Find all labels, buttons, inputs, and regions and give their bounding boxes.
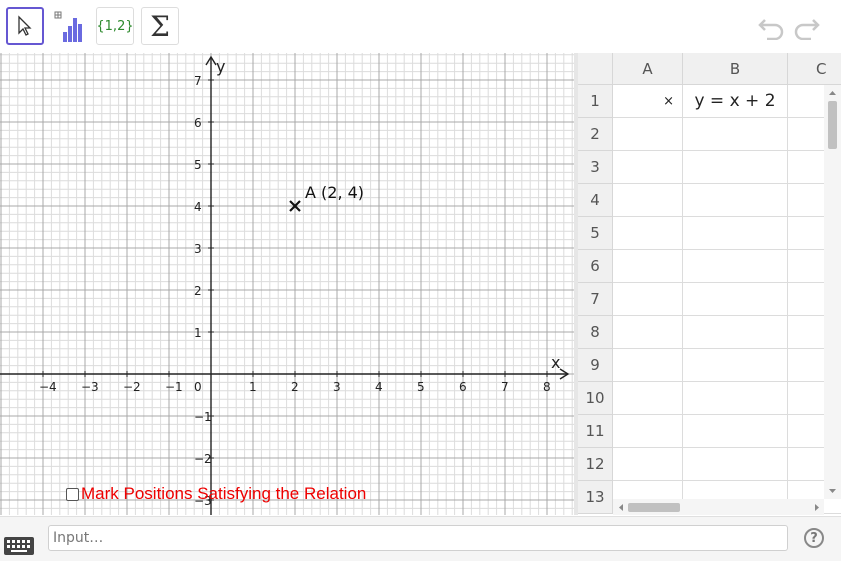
- histogram-icon: [54, 11, 82, 42]
- cell-A8[interactable]: [613, 316, 683, 349]
- row-header-4[interactable]: 4: [578, 184, 613, 217]
- x-axis-label: x: [551, 353, 560, 372]
- row-header-8[interactable]: 8: [578, 316, 613, 349]
- x-tick-label: 5: [417, 380, 425, 394]
- scroll-left-icon[interactable]: [619, 504, 623, 511]
- row-header-12[interactable]: 12: [578, 448, 613, 481]
- undo-icon[interactable]: [757, 14, 785, 40]
- x-tick-label: 2: [291, 380, 299, 394]
- checkbox-box[interactable]: [66, 487, 79, 501]
- y-tick-label: −2: [194, 452, 212, 466]
- x-tick-label: 3: [333, 380, 341, 394]
- column-header-c[interactable]: C: [788, 53, 841, 85]
- cell-A9[interactable]: [613, 349, 683, 382]
- cell-A2[interactable]: [613, 118, 683, 151]
- cell-A4[interactable]: [613, 184, 683, 217]
- graphics-view[interactable]: x y −4 −3 −2 −1 0 1 2 3 4 5 6 7 8 7 6 5 4 3 2 1 −1 −2 −3 A (2, 4)…: [0, 53, 574, 515]
- x-tick-label: 1: [249, 380, 257, 394]
- y-tick-label: 4: [194, 200, 202, 214]
- cell-B10[interactable]: [683, 382, 788, 415]
- input-field[interactable]: Input…: [48, 525, 788, 551]
- x-tick-label: 0: [194, 380, 202, 394]
- checkbox-label[interactable]: Mark Positions Satisfying the Relation: [81, 484, 366, 504]
- x-tick-label: −1: [165, 380, 183, 394]
- point-a-label: A (2, 4): [305, 183, 364, 202]
- x-tick-label: 6: [459, 380, 467, 394]
- column-header-a[interactable]: A: [613, 53, 683, 85]
- cell-B8[interactable]: [683, 316, 788, 349]
- cell-A3[interactable]: [613, 151, 683, 184]
- spreadsheet-view: A B C 1 × y = x + 2 2 3 4 5 6 7 8 9 10 11 12 13: [578, 53, 841, 515]
- pointer-icon: [18, 15, 32, 36]
- row-header-7[interactable]: 7: [578, 283, 613, 316]
- row-header-11[interactable]: 11: [578, 415, 613, 448]
- column-header-b[interactable]: B: [683, 53, 788, 85]
- cell-A1[interactable]: ×: [613, 85, 683, 118]
- cell-B1[interactable]: y = x + 2: [683, 85, 788, 118]
- cell-B11[interactable]: [683, 415, 788, 448]
- scroll-up-icon[interactable]: [829, 91, 836, 95]
- cell-B4[interactable]: [683, 184, 788, 217]
- one-variable-analysis-button[interactable]: [51, 7, 89, 45]
- x-tick-label: −3: [81, 380, 99, 394]
- horizontal-scrollbar[interactable]: [613, 499, 824, 515]
- y-axis-label: y: [216, 57, 225, 76]
- row-header-5[interactable]: 5: [578, 217, 613, 250]
- x-tick-label: 8: [543, 380, 551, 394]
- x-tick-label: 4: [375, 380, 383, 394]
- redo-icon[interactable]: [793, 14, 821, 40]
- cell-A12[interactable]: [613, 448, 683, 481]
- toolbar: {1,2} Σ: [0, 0, 841, 52]
- cell-B3[interactable]: [683, 151, 788, 184]
- move-tool-button[interactable]: [6, 7, 44, 45]
- scroll-down-icon[interactable]: [829, 489, 836, 493]
- cell-A11[interactable]: [613, 415, 683, 448]
- y-tick-label: 2: [194, 284, 202, 298]
- cell-B2[interactable]: [683, 118, 788, 151]
- cell-B12[interactable]: [683, 448, 788, 481]
- vertical-scrollbar[interactable]: [824, 85, 841, 499]
- cell-A10[interactable]: [613, 382, 683, 415]
- cell-A6[interactable]: [613, 250, 683, 283]
- vertical-scroll-thumb[interactable]: [828, 101, 837, 149]
- scroll-right-icon[interactable]: [815, 504, 819, 511]
- cell-B7[interactable]: [683, 283, 788, 316]
- help-icon[interactable]: ?: [804, 528, 824, 548]
- create-list-button[interactable]: {1,2}: [96, 7, 134, 45]
- cell-A5[interactable]: [613, 217, 683, 250]
- input-bar: Input… ?: [0, 516, 841, 561]
- row-header-10[interactable]: 10: [578, 382, 613, 415]
- cell-B9[interactable]: [683, 349, 788, 382]
- row-header-13[interactable]: 13: [578, 481, 613, 514]
- y-tick-label: −1: [194, 410, 212, 424]
- row-header-1[interactable]: 1: [578, 85, 613, 118]
- mark-positions-checkbox[interactable]: Mark Positions Satisfying the Relation: [66, 484, 366, 504]
- row-header-6[interactable]: 6: [578, 250, 613, 283]
- y-tick-label: 7: [194, 74, 202, 88]
- keyboard-icon[interactable]: [4, 537, 34, 555]
- row-header-2[interactable]: 2: [578, 118, 613, 151]
- cell-A7[interactable]: [613, 283, 683, 316]
- list-label: {1,2}: [96, 18, 134, 34]
- coordinate-grid[interactable]: xy−4 −3 −2 −1 0 1 2 3 4 5 6 7 87654321−1−2−3A (2, 4): [0, 53, 574, 515]
- x-tick-label: −4: [39, 380, 57, 394]
- y-tick-label: 1: [194, 326, 202, 340]
- cell-B6[interactable]: [683, 250, 788, 283]
- sheet-corner[interactable]: [578, 53, 613, 85]
- x-tick-label: −2: [123, 380, 141, 394]
- row-header-9[interactable]: 9: [578, 349, 613, 382]
- cell-B5[interactable]: [683, 217, 788, 250]
- y-tick-label: 6: [194, 116, 202, 130]
- x-tick-label: 7: [501, 380, 509, 394]
- sigma-icon: Σ: [150, 9, 170, 43]
- y-tick-label: 5: [194, 158, 202, 172]
- horizontal-scroll-thumb[interactable]: [628, 503, 680, 512]
- sum-button[interactable]: Σ: [141, 7, 179, 45]
- row-header-3[interactable]: 3: [578, 151, 613, 184]
- y-tick-label: 3: [194, 242, 202, 256]
